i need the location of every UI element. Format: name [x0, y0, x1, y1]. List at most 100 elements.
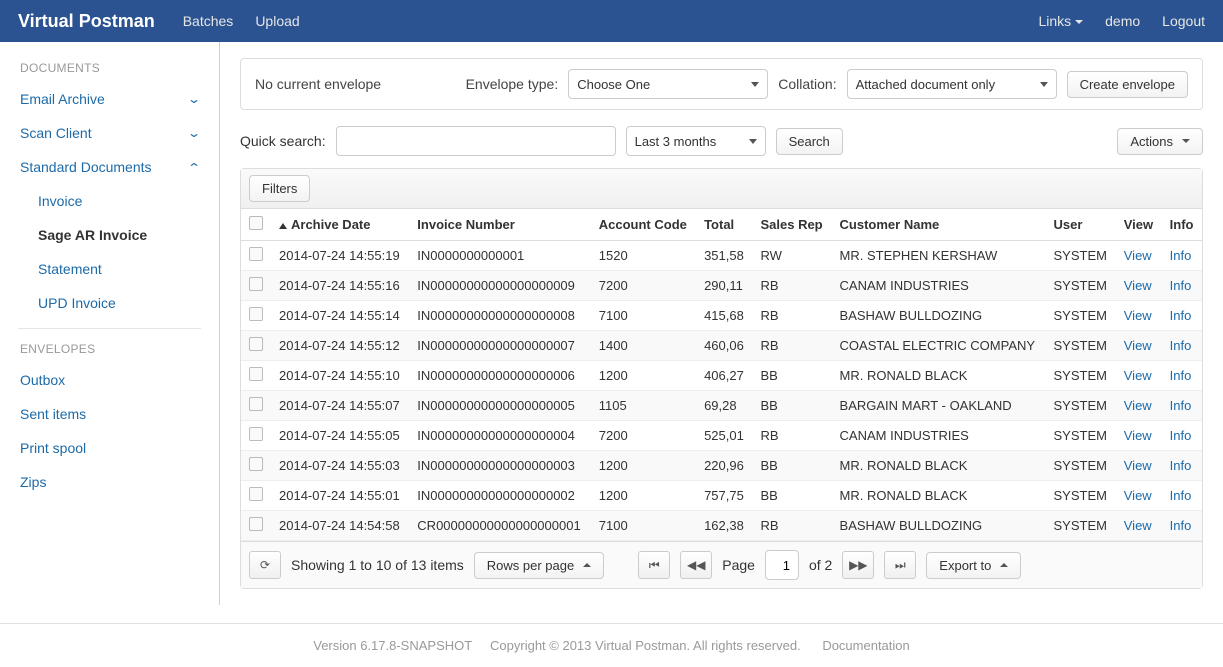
view-link[interactable]: View [1124, 278, 1152, 293]
chevron-down-icon: ⌄ [187, 126, 201, 140]
sidebar-item-label: Scan Client [20, 125, 92, 141]
table-row: 2014-07-24 14:55:19IN0000000000001152035… [241, 241, 1202, 271]
view-link[interactable]: View [1124, 488, 1152, 503]
view-link[interactable]: View [1124, 518, 1152, 533]
main-content: No current envelope Envelope type: Choos… [220, 42, 1223, 605]
first-icon: ⏮ [649, 558, 660, 573]
view-link[interactable]: View [1124, 458, 1152, 473]
export-to-button[interactable]: Export to [926, 552, 1021, 579]
info-link[interactable]: Info [1170, 368, 1192, 383]
col-invoice-number[interactable]: Invoice Number [409, 209, 590, 241]
nav-batches[interactable]: Batches [183, 13, 234, 29]
info-link[interactable]: Info [1170, 488, 1192, 503]
cell-customer-name: CANAM INDUSTRIES [832, 271, 1046, 301]
actions-button[interactable]: Actions [1117, 128, 1203, 155]
table-row: 2014-07-24 14:55:16IN0000000000000000000… [241, 271, 1202, 301]
nav-upload[interactable]: Upload [255, 13, 299, 29]
view-link[interactable]: View [1124, 338, 1152, 353]
row-checkbox[interactable] [249, 487, 263, 501]
col-total[interactable]: Total [696, 209, 752, 241]
table-row: 2014-07-24 14:54:58CR0000000000000000000… [241, 511, 1202, 541]
page-input[interactable] [765, 550, 799, 580]
cell-user: SYSTEM [1045, 421, 1115, 451]
row-checkbox[interactable] [249, 427, 263, 441]
info-link[interactable]: Info [1170, 308, 1192, 323]
row-checkbox[interactable] [249, 397, 263, 411]
cell-account-code: 1400 [591, 331, 696, 361]
cell-invoice-number: IN00000000000000000008 [409, 301, 590, 331]
sidebar-item-statement[interactable]: Statement [0, 252, 219, 286]
col-archive-date[interactable]: Archive Date [271, 209, 409, 241]
table-row: 2014-07-24 14:55:03IN0000000000000000000… [241, 451, 1202, 481]
row-checkbox[interactable] [249, 517, 263, 531]
prev-page-button[interactable]: ◀◀ [680, 551, 712, 579]
view-link[interactable]: View [1124, 398, 1152, 413]
row-checkbox[interactable] [249, 457, 263, 471]
cell-account-code: 1105 [591, 391, 696, 421]
cell-sales-rep: RB [752, 421, 831, 451]
cell-invoice-number: IN00000000000000000002 [409, 481, 590, 511]
footer-documentation[interactable]: Documentation [822, 638, 909, 653]
row-checkbox[interactable] [249, 277, 263, 291]
cell-account-code: 7200 [591, 271, 696, 301]
info-link[interactable]: Info [1170, 398, 1192, 413]
sidebar: DOCUMENTS Email Archive⌄ Scan Client⌄ St… [0, 42, 220, 605]
view-link[interactable]: View [1124, 308, 1152, 323]
row-checkbox[interactable] [249, 367, 263, 381]
row-checkbox[interactable] [249, 247, 263, 261]
row-checkbox[interactable] [249, 307, 263, 321]
rows-per-page-button[interactable]: Rows per page [474, 552, 604, 579]
cell-total: 460,06 [696, 331, 752, 361]
sidebar-item-sent-items[interactable]: Sent items [0, 397, 219, 431]
col-sales-rep[interactable]: Sales Rep [752, 209, 831, 241]
pager: ⟳ Showing 1 to 10 of 13 items Rows per p… [241, 541, 1202, 588]
date-range-select[interactable]: Last 3 months [626, 126, 766, 156]
search-row: Quick search: Last 3 months Search Actio… [240, 126, 1203, 156]
collation-select[interactable]: Attached document only [847, 69, 1057, 99]
info-link[interactable]: Info [1170, 248, 1192, 263]
nav-logout[interactable]: Logout [1162, 13, 1205, 29]
sidebar-item-standard-documents[interactable]: Standard Documents⌄ [0, 150, 219, 184]
nav-demo[interactable]: demo [1105, 13, 1140, 29]
view-link[interactable]: View [1124, 248, 1152, 263]
button-label: Actions [1130, 134, 1173, 149]
nav-links[interactable]: Links [1038, 13, 1083, 29]
cell-sales-rep: RB [752, 331, 831, 361]
info-link[interactable]: Info [1170, 458, 1192, 473]
first-page-button[interactable]: ⏮ [638, 551, 670, 579]
quick-search-input[interactable] [336, 126, 616, 156]
sidebar-item-print-spool[interactable]: Print spool [0, 431, 219, 465]
col-account-code[interactable]: Account Code [591, 209, 696, 241]
sidebar-item-email-archive[interactable]: Email Archive⌄ [0, 82, 219, 116]
refresh-button[interactable]: ⟳ [249, 551, 281, 579]
sidebar-item-zips[interactable]: Zips [0, 465, 219, 499]
view-link[interactable]: View [1124, 368, 1152, 383]
sidebar-item-upd-invoice[interactable]: UPD Invoice [0, 286, 219, 320]
create-envelope-button[interactable]: Create envelope [1067, 71, 1188, 98]
chevron-down-icon: ⌄ [187, 92, 201, 106]
sidebar-item-invoice[interactable]: Invoice [0, 184, 219, 218]
sidebar-item-sage-ar-invoice[interactable]: Sage AR Invoice [0, 218, 219, 252]
sidebar-item-outbox[interactable]: Outbox [0, 363, 219, 397]
row-checkbox[interactable] [249, 337, 263, 351]
col-user[interactable]: User [1045, 209, 1115, 241]
collation-label: Collation: [778, 76, 836, 92]
cell-archive-date: 2014-07-24 14:55:10 [271, 361, 409, 391]
sidebar-item-scan-client[interactable]: Scan Client ⌄ [0, 116, 219, 150]
search-button[interactable]: Search [776, 128, 843, 155]
data-table: Archive Date Invoice Number Account Code… [241, 209, 1202, 541]
info-link[interactable]: Info [1170, 518, 1192, 533]
info-link[interactable]: Info [1170, 428, 1192, 443]
view-link[interactable]: View [1124, 428, 1152, 443]
filters-button[interactable]: Filters [249, 175, 310, 202]
cell-total: 69,28 [696, 391, 752, 421]
info-link[interactable]: Info [1170, 338, 1192, 353]
col-customer-name[interactable]: Customer Name [832, 209, 1046, 241]
info-link[interactable]: Info [1170, 278, 1192, 293]
select-all-checkbox[interactable] [249, 216, 263, 230]
envelope-type-select[interactable]: Choose One [568, 69, 768, 99]
cell-total: 220,96 [696, 451, 752, 481]
last-page-button[interactable]: ⏭ [884, 551, 916, 579]
next-page-button[interactable]: ▶▶ [842, 551, 874, 579]
cell-invoice-number: IN00000000000000000007 [409, 331, 590, 361]
